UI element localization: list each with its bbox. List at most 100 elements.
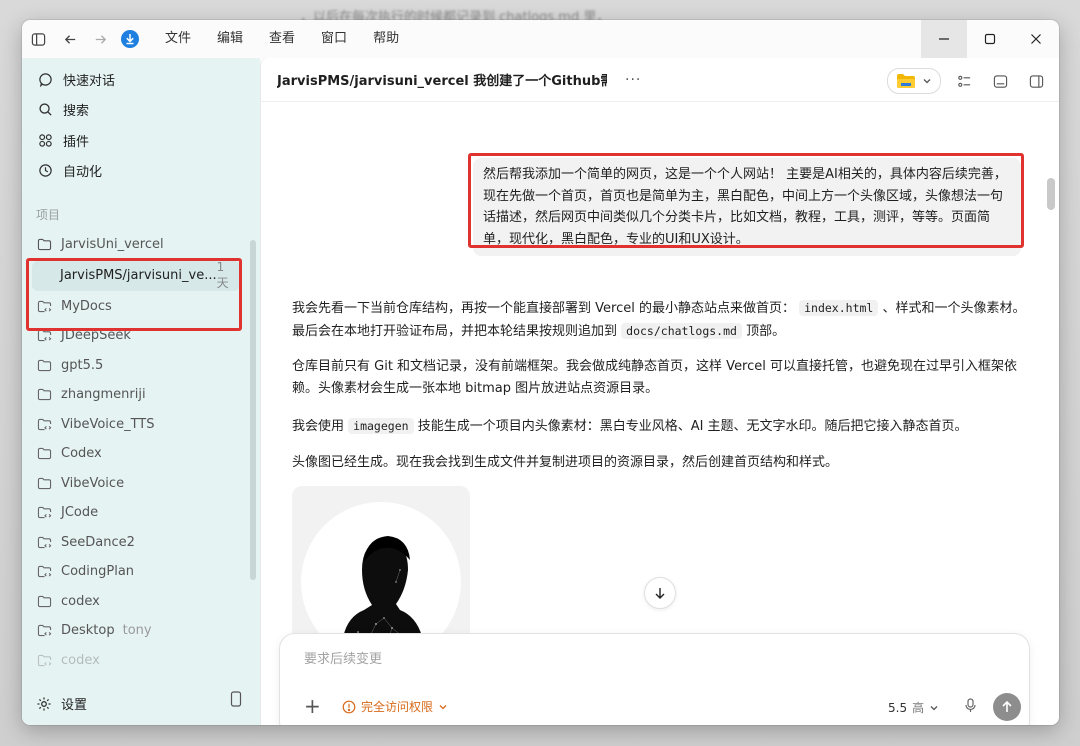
project-label: Desktop: [61, 623, 115, 639]
right-panel-toggle-icon[interactable]: [1023, 68, 1049, 94]
project-item[interactable]: JCode: [22, 498, 248, 528]
project-sublabel: tony: [122, 623, 152, 639]
composer-input[interactable]: 要求后续变更: [304, 648, 382, 667]
permission-label: 完全访问权限: [361, 700, 434, 714]
menu-window[interactable]: 窗口: [308, 20, 360, 58]
chevron-down-icon: [923, 79, 931, 84]
menu-file[interactable]: 文件: [152, 20, 204, 58]
repo-folder-icon: [36, 534, 52, 550]
more-options-icon[interactable]: ···: [625, 72, 641, 88]
repo-folder-icon: [36, 505, 52, 521]
plugins-grid-icon: [36, 131, 54, 149]
generated-avatar-image[interactable]: [292, 486, 470, 646]
warning-circle-icon: [342, 700, 356, 713]
add-attachment-icon[interactable]: +: [304, 696, 321, 716]
app-window: 文件 编辑 查看 窗口 帮助 快速对话 搜索 插件 自动化 项目 JarvisU…: [22, 20, 1059, 725]
project-item[interactable]: Desktop tony: [22, 616, 248, 646]
close-button[interactable]: [1013, 20, 1059, 58]
model-version: 5.5: [888, 700, 908, 715]
project-item[interactable]: CodingPlan: [22, 557, 248, 587]
back-arrow-icon[interactable]: [56, 25, 84, 53]
forward-arrow-icon[interactable]: [86, 25, 114, 53]
menu-bar: 文件 编辑 查看 窗口 帮助: [152, 20, 412, 58]
project-label: codex: [61, 593, 100, 609]
search-icon: [36, 101, 54, 119]
scroll-to-bottom-button[interactable]: [644, 577, 676, 609]
text-segment: 我会使用: [292, 419, 345, 434]
project-label: SeeDance2: [61, 534, 135, 550]
main-scrollbar[interactable]: [1047, 178, 1055, 210]
repo-folder-icon: [36, 623, 52, 639]
assistant-paragraph: 头像图已经生成。现在我会找到生成文件并复制进项目的资源目录，然后创建首页结构和样…: [292, 455, 839, 470]
assistant-paragraph: 我会先看一下当前仓库结构，再按一个能直接部署到 Vercel 的最小静态站点来做…: [292, 297, 1032, 343]
maximize-button[interactable]: [967, 20, 1013, 58]
folder-icon: [36, 387, 52, 403]
folder-icon: [36, 475, 52, 491]
sidebar-toggle-icon[interactable]: [24, 25, 52, 53]
title-bar: 文件 编辑 查看 窗口 帮助: [22, 20, 1059, 58]
repo-folder-icon: [36, 416, 52, 432]
project-label: JarvisUni_vercel: [61, 237, 164, 253]
project-label: gpt5.5: [61, 357, 104, 373]
nav-search[interactable]: 搜索: [22, 95, 260, 126]
sidebar: 快速对话 搜索 插件 自动化 项目 JarvisUni_vercel Jarvi…: [22, 58, 260, 725]
minimize-button[interactable]: [921, 20, 967, 58]
mobile-device-icon[interactable]: [230, 691, 242, 711]
menu-edit[interactable]: 编辑: [204, 20, 256, 58]
repo-folder-icon: [36, 652, 52, 668]
project-item[interactable]: JarvisUni_vercel: [22, 230, 248, 260]
nav-automation[interactable]: 自动化: [22, 156, 260, 187]
project-label: codex: [61, 652, 100, 668]
inline-code: index.html: [799, 300, 879, 316]
settings-button[interactable]: 设置: [36, 694, 87, 713]
menu-view[interactable]: 查看: [256, 20, 308, 58]
project-item[interactable]: VibeVoice: [22, 469, 248, 499]
nav-label: 快速对话: [63, 73, 116, 89]
folder-icon: [36, 237, 52, 253]
checklist-icon[interactable]: [951, 68, 977, 94]
terminal-panel-icon[interactable]: [987, 68, 1013, 94]
project-item[interactable]: VibeVoice_TTS: [22, 410, 248, 440]
text-segment: 顶部。: [746, 324, 786, 339]
sidebar-scrollbar[interactable]: [250, 240, 256, 580]
model-effort: 高: [912, 701, 925, 715]
chat-bubble-icon: [36, 70, 54, 88]
menu-help[interactable]: 帮助: [360, 20, 412, 58]
conversation: 然后帮我添加一个简单的网页，这是一个个人网站！ 主要是AI相关的，具体内容后续完…: [261, 102, 1059, 725]
download-update-icon[interactable]: [116, 25, 144, 53]
assistant-paragraph: 我会使用 imagegen 技能生成一个项目内头像素材：黑白专业风格、AI 主题…: [292, 415, 1032, 438]
highlight-annotation: [468, 153, 1024, 248]
project-item[interactable]: codex: [22, 587, 248, 617]
text-segment: 技能生成一个项目内头像素材：黑白专业风格、AI 主题、无文字水印。随后把它接入静…: [417, 419, 968, 434]
repo-folder-icon: [36, 564, 52, 580]
nav-plugins[interactable]: 插件: [22, 125, 260, 156]
open-in-folder-button[interactable]: [887, 68, 941, 94]
permission-dropdown[interactable]: 完全访问权限: [342, 698, 448, 715]
project-item[interactable]: SeeDance2: [22, 528, 248, 558]
nav-quick-chat[interactable]: 快速对话: [22, 64, 260, 95]
folder-icon: [36, 446, 52, 462]
text-segment: 我会先看一下当前仓库结构，再按一个能直接部署到 Vercel 的最小静态站点来做…: [292, 301, 795, 316]
highlight-annotation: [26, 258, 242, 331]
arrow-up-icon: [1002, 700, 1012, 712]
thread-title: JarvisPMS/jarvisuni_vercel 我创建了一个Github需…: [277, 74, 607, 89]
project-label: VibeVoice: [61, 475, 125, 491]
composer: 要求后续变更 + 完全访问权限 5.5 高: [279, 633, 1030, 725]
project-label: CodingPlan: [61, 564, 135, 580]
project-item[interactable]: gpt5.5: [22, 351, 248, 381]
send-button[interactable]: [993, 693, 1021, 721]
inline-code: imagegen: [348, 418, 414, 434]
settings-label: 设置: [61, 698, 88, 713]
project-label: JCode: [61, 505, 99, 521]
project-item[interactable]: zhangmenriji: [22, 380, 248, 410]
microphone-icon[interactable]: [964, 698, 977, 717]
model-selector[interactable]: 5.5 高: [888, 699, 939, 716]
project-item[interactable]: Codex: [22, 439, 248, 469]
main-panel: JarvisPMS/jarvisuni_vercel 我创建了一个Github需…: [260, 58, 1059, 725]
project-label: Codex: [61, 446, 102, 462]
chevron-down-icon: [439, 704, 447, 709]
nav-label: 自动化: [63, 165, 103, 181]
clock-icon: [36, 162, 54, 180]
nav-label: 插件: [63, 134, 90, 150]
project-item[interactable]: codex: [22, 646, 248, 676]
